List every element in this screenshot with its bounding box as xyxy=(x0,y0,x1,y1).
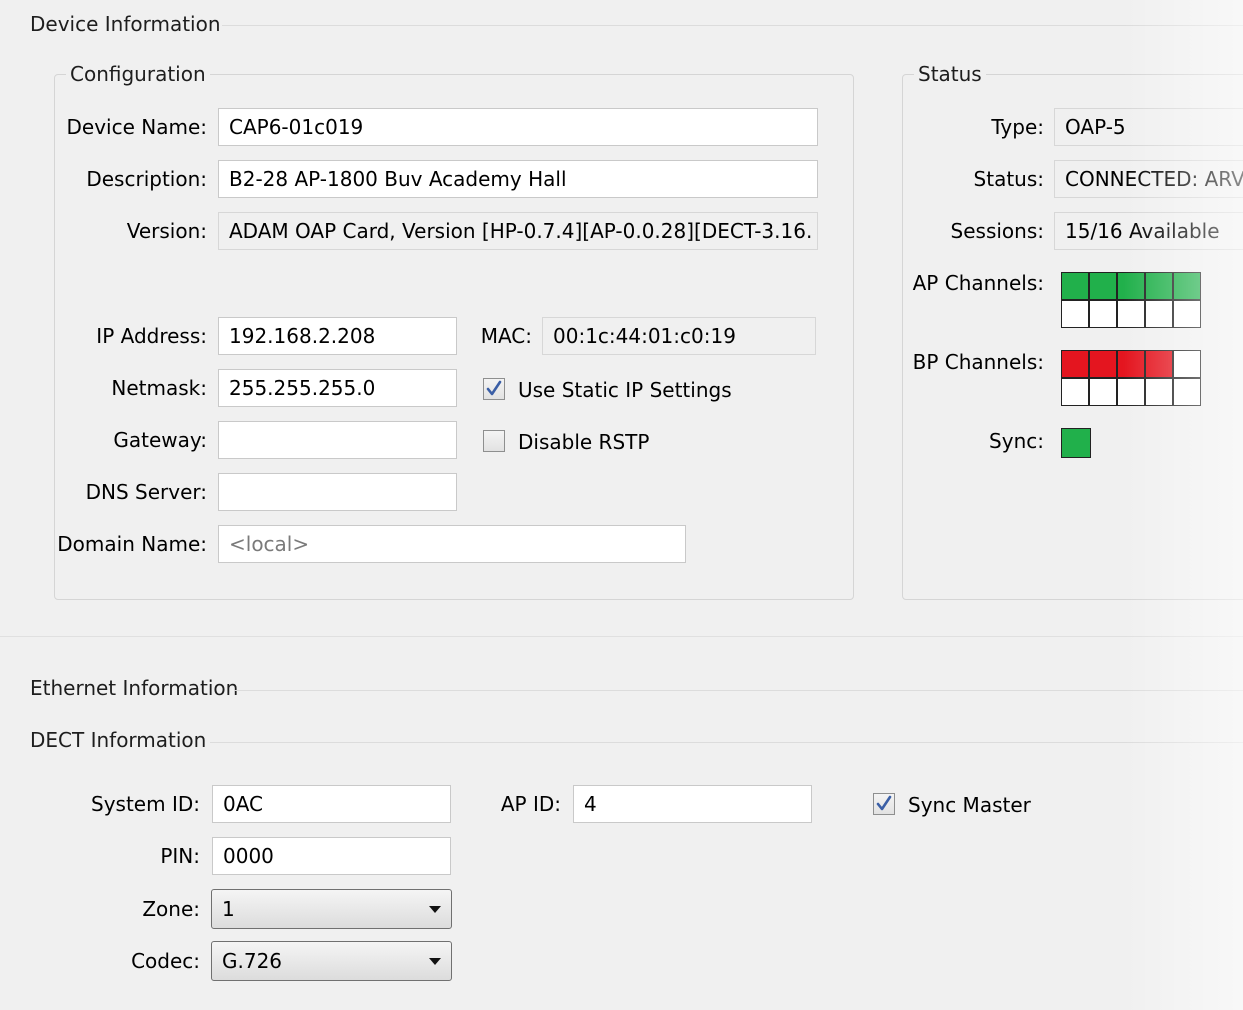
version-field: ADAM OAP Card, Version [HP-0.7.4][AP-0.0… xyxy=(218,212,818,250)
ap-channel-cell xyxy=(1173,300,1201,328)
pin-label: PIN: xyxy=(160,844,200,868)
bp-channel-cell xyxy=(1089,378,1117,406)
ap-channel-cell xyxy=(1089,300,1117,328)
bp-channel-cell xyxy=(1117,378,1145,406)
configuration-group-title: Configuration xyxy=(66,62,210,86)
section-divider xyxy=(0,636,1243,637)
bp-channels-label: BP Channels: xyxy=(912,350,1044,374)
ap-channel-cell xyxy=(1145,300,1173,328)
bp-channel-cell xyxy=(1145,350,1173,378)
ap-id-input[interactable]: 4 xyxy=(573,785,812,823)
ap-channel-cell xyxy=(1117,300,1145,328)
codec-dropdown[interactable]: G.726 xyxy=(211,941,452,981)
chevron-down-icon xyxy=(429,958,441,965)
bp-channel-cell xyxy=(1061,378,1089,406)
type-field: OAP-5 xyxy=(1054,108,1243,146)
device-name-input[interactable]: CAP6-01c019 xyxy=(218,108,818,146)
sync-indicator xyxy=(1061,428,1091,458)
description-input[interactable]: B2-28 AP-1800 Buv Academy Hall xyxy=(218,160,818,198)
type-label: Type: xyxy=(991,115,1044,139)
bp-channel-cell xyxy=(1173,350,1201,378)
status-field: CONNECTED: ARV xyxy=(1054,160,1243,198)
section-separator xyxy=(210,742,1243,743)
description-label: Description: xyxy=(86,167,207,191)
section-separator xyxy=(222,25,1243,26)
bp-channel-cell xyxy=(1061,350,1089,378)
ethernet-information-title[interactable]: Ethernet Information xyxy=(30,676,238,700)
status-group xyxy=(902,74,1243,600)
sync-master-checkbox[interactable] xyxy=(873,793,895,815)
checkmark-icon xyxy=(486,380,502,396)
ap-channel-cell xyxy=(1117,272,1145,300)
codec-label: Codec: xyxy=(131,949,200,973)
sync-label: Sync: xyxy=(989,429,1044,453)
device-name-label: Device Name: xyxy=(66,115,208,139)
zone-dropdown[interactable]: 1 xyxy=(211,889,452,929)
gateway-input[interactable] xyxy=(218,421,457,459)
system-id-input[interactable]: 0AC xyxy=(212,785,451,823)
sync-master-label[interactable]: Sync Master xyxy=(908,793,1031,817)
use-static-ip-label[interactable]: Use Static IP Settings xyxy=(518,378,732,402)
ip-address-input[interactable]: 192.168.2.208 xyxy=(218,317,457,355)
ap-channel-cell xyxy=(1145,272,1173,300)
ap-channels-grid xyxy=(1061,272,1205,330)
domain-name-input[interactable]: <local> xyxy=(218,525,686,563)
dect-information-title: DECT Information xyxy=(30,728,207,752)
dns-server-input[interactable] xyxy=(218,473,457,511)
pin-input[interactable]: 0000 xyxy=(212,837,451,875)
use-static-ip-checkbox[interactable] xyxy=(483,378,505,400)
bp-channels-grid xyxy=(1061,350,1205,408)
ap-channel-cell xyxy=(1061,300,1089,328)
bp-channel-cell xyxy=(1117,350,1145,378)
status-label: Status: xyxy=(973,167,1044,191)
section-separator xyxy=(234,690,1243,691)
ap-channel-cell xyxy=(1173,272,1201,300)
gateway-label: Gateway: xyxy=(113,428,207,452)
ap-channel-cell xyxy=(1089,272,1117,300)
mac-label: MAC: xyxy=(480,324,532,348)
ap-id-label: AP ID: xyxy=(500,792,561,816)
netmask-label: Netmask: xyxy=(111,376,207,400)
ap-channel-cell xyxy=(1061,272,1089,300)
bp-channel-cell xyxy=(1089,350,1117,378)
ip-address-label: IP Address: xyxy=(96,324,207,348)
sessions-field: 15/16 Available xyxy=(1054,212,1243,250)
checkmark-icon xyxy=(876,795,892,811)
bp-channel-cell xyxy=(1173,378,1201,406)
mac-field: 00:1c:44:01:c0:19 xyxy=(542,317,816,355)
system-id-label: System ID: xyxy=(91,792,200,816)
device-information-title: Device Information xyxy=(30,12,221,36)
disable-rstp-label[interactable]: Disable RSTP xyxy=(518,430,649,454)
dns-server-label: DNS Server: xyxy=(85,480,207,504)
netmask-input[interactable]: 255.255.255.0 xyxy=(218,369,457,407)
domain-name-label: Domain Name: xyxy=(57,532,207,556)
disable-rstp-checkbox[interactable] xyxy=(483,430,505,452)
codec-selected-value: G.726 xyxy=(222,949,283,973)
version-label: Version: xyxy=(126,219,207,243)
zone-selected-value: 1 xyxy=(222,897,235,921)
bp-channel-cell xyxy=(1145,378,1173,406)
status-group-title: Status xyxy=(914,62,986,86)
chevron-down-icon xyxy=(429,906,441,913)
sessions-label: Sessions: xyxy=(950,219,1044,243)
zone-label: Zone: xyxy=(142,897,200,921)
ap-channels-label: AP Channels: xyxy=(912,271,1044,295)
